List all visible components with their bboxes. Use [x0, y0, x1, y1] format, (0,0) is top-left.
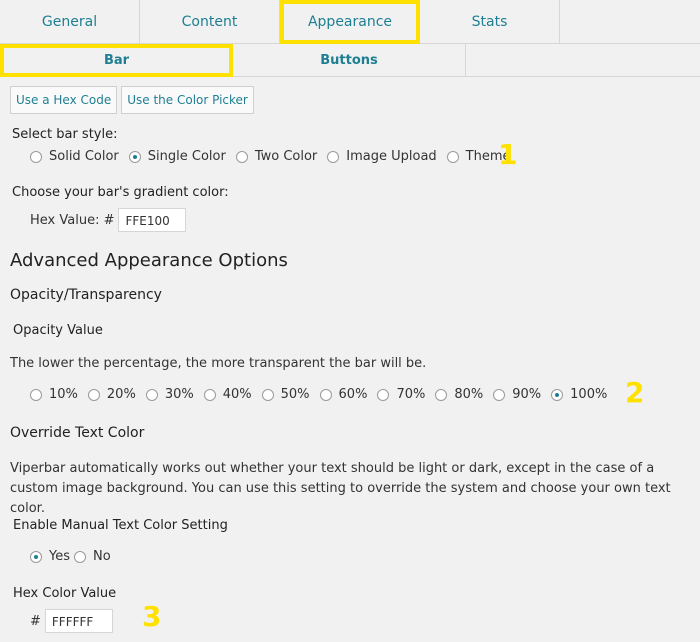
- opacity-title: Opacity/Transparency: [10, 287, 162, 303]
- opacity-option[interactable]: 20%: [87, 387, 136, 402]
- tab-appearance[interactable]: Appearance: [280, 0, 420, 44]
- radio-two-color[interactable]: [235, 150, 248, 163]
- subtab-buttons-label: Buttons: [320, 53, 378, 68]
- bar-style-option-label: Image Upload: [346, 149, 437, 164]
- radio-manual-yes[interactable]: [30, 550, 42, 563]
- bar-style-option-two[interactable]: Two Color: [235, 149, 318, 164]
- tab-content-label: Content: [181, 14, 238, 30]
- gradient-color-label: Choose your bar's gradient color:: [12, 185, 229, 200]
- opacity-options: 10% 20% 30% 40% 50% 60% 70% 80% 90% 100%: [30, 387, 617, 402]
- opacity-value-label: Opacity Value: [13, 323, 103, 338]
- use-hex-code-button[interactable]: Use a Hex Code: [10, 86, 118, 114]
- marker-2: 2: [625, 376, 645, 409]
- gradient-hex-field: Hex Value: # FFE100: [30, 208, 187, 232]
- manual-yes-label: Yes: [49, 549, 70, 564]
- tab-content[interactable]: Content: [140, 0, 280, 44]
- opacity-option-label: 60%: [338, 387, 368, 402]
- radio-solid-color[interactable]: [30, 150, 42, 163]
- radio-opacity-70[interactable]: [377, 388, 390, 401]
- opacity-option[interactable]: 70%: [377, 387, 425, 402]
- radio-opacity-40[interactable]: [203, 388, 216, 401]
- opacity-option[interactable]: 40%: [203, 387, 252, 402]
- radio-opacity-30[interactable]: [145, 388, 158, 401]
- radio-opacity-20[interactable]: [87, 388, 100, 401]
- manual-no-label: No: [93, 549, 111, 564]
- opacity-option-label: 90%: [512, 387, 542, 402]
- use-color-picker-button[interactable]: Use the Color Picker: [121, 86, 254, 114]
- bar-style-option-solid[interactable]: Solid Color: [30, 149, 119, 164]
- bar-style-option-label: Single Color: [147, 149, 226, 164]
- opacity-option[interactable]: 30%: [145, 387, 194, 402]
- opacity-option[interactable]: 50%: [261, 387, 310, 402]
- manual-option-no[interactable]: No: [74, 549, 111, 564]
- subtab-buttons[interactable]: Buttons: [233, 44, 466, 77]
- opacity-option-label: 40%: [222, 387, 252, 402]
- opacity-option-label: 50%: [280, 387, 310, 402]
- hex-color-value-label: Hex Color Value: [13, 586, 117, 601]
- color-mode-buttons: Use a Hex Code Use the Color Picker: [10, 86, 254, 114]
- opacity-option[interactable]: 10%: [30, 387, 78, 402]
- opacity-help-text: The lower the percentage, the more trans…: [10, 356, 427, 371]
- opacity-option-label: 10%: [49, 387, 78, 402]
- radio-manual-no[interactable]: [74, 550, 86, 563]
- opacity-option[interactable]: 60%: [319, 387, 368, 402]
- radio-opacity-10[interactable]: [30, 388, 42, 401]
- radio-opacity-60[interactable]: [319, 388, 332, 401]
- opacity-option-label: 70%: [396, 387, 426, 402]
- text-color-hex-input[interactable]: FFFFFF: [44, 609, 113, 633]
- gradient-hex-label: Hex Value: #: [30, 212, 115, 228]
- bar-style-option-label: Two Color: [254, 149, 318, 164]
- marker-3: 3: [142, 600, 162, 633]
- radio-opacity-90[interactable]: [493, 388, 506, 401]
- manual-option-yes[interactable]: Yes: [30, 549, 70, 564]
- gradient-hex-input[interactable]: FFE100: [118, 208, 187, 232]
- opacity-option[interactable]: 80%: [435, 387, 483, 402]
- main-tabs: General Content Appearance Stats: [0, 0, 700, 44]
- marker-1: 1: [498, 138, 518, 171]
- radio-opacity-50[interactable]: [261, 388, 274, 401]
- hex-prefix: #: [30, 613, 41, 629]
- override-text-color-title: Override Text Color: [10, 425, 145, 441]
- radio-image-upload[interactable]: [327, 150, 340, 163]
- opacity-option-label: 80%: [454, 387, 484, 402]
- tab-stats[interactable]: Stats: [420, 0, 560, 44]
- bar-style-option-image[interactable]: Image Upload: [327, 149, 437, 164]
- radio-theme[interactable]: [446, 150, 459, 163]
- tab-stats-label: Stats: [471, 14, 508, 30]
- bar-style-option-single[interactable]: Single Color: [128, 149, 226, 164]
- tab-general-label: General: [41, 14, 98, 30]
- sub-tabs: Bar Buttons: [0, 44, 700, 77]
- opacity-option-label: 30%: [164, 387, 194, 402]
- manual-text-color-options: Yes No: [30, 549, 121, 564]
- radio-opacity-100[interactable]: [551, 388, 564, 401]
- radio-single-color[interactable]: [128, 150, 141, 163]
- subtab-bar-label: Bar: [103, 53, 130, 68]
- opacity-option-label: 20%: [106, 387, 136, 402]
- opacity-option[interactable]: 90%: [493, 387, 541, 402]
- opacity-option-label: 100%: [570, 387, 608, 402]
- manual-text-color-label: Enable Manual Text Color Setting: [13, 518, 228, 533]
- bar-style-option-label: Solid Color: [49, 149, 119, 164]
- advanced-options-title: Advanced Appearance Options: [10, 250, 288, 271]
- override-help-text: Viperbar automatically works out whether…: [10, 461, 671, 516]
- bar-style-label: Select bar style:: [12, 127, 118, 142]
- subtab-bar[interactable]: Bar: [0, 44, 233, 77]
- radio-opacity-80[interactable]: [435, 388, 448, 401]
- tab-appearance-label: Appearance: [307, 14, 393, 30]
- text-color-hex-field: # FFFFFF: [30, 609, 113, 633]
- opacity-option[interactable]: 100%: [551, 387, 607, 402]
- tab-general[interactable]: General: [0, 0, 140, 44]
- bar-style-options: Solid Color Single Color Two Color Image…: [30, 149, 521, 164]
